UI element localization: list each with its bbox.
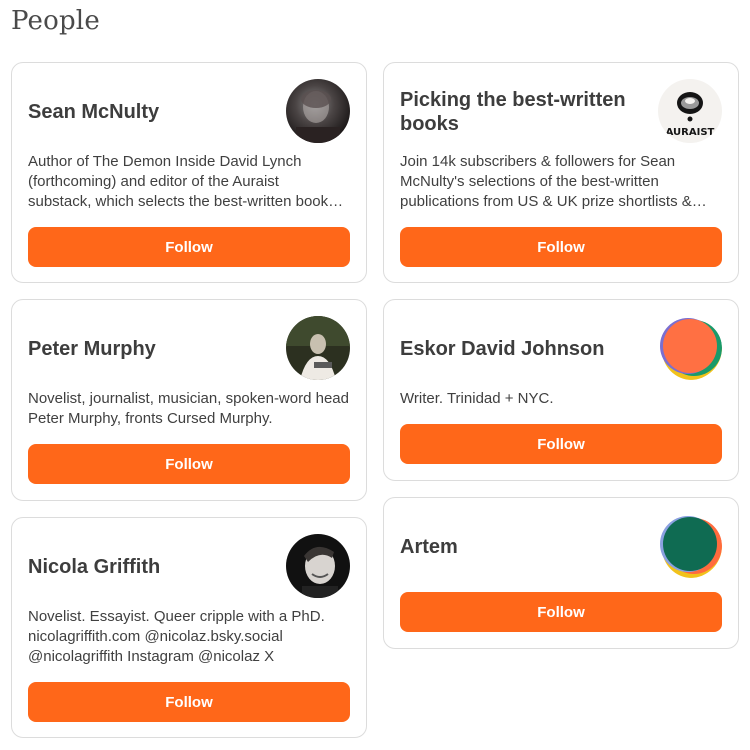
profile-bio: Writer. Trinidad + NYC. (400, 389, 724, 409)
auraist-wordmark: AURAIST (666, 127, 715, 138)
people-column-left: Sean McNulty Author of The Demon Inside … (11, 62, 367, 750)
portrait-photo-icon (286, 79, 350, 143)
follow-button[interactable]: Follow (28, 444, 350, 484)
bio-line: (forthcoming) and editor of the Auraist (28, 173, 279, 190)
bio-line: substack, which selects the best-written… (28, 193, 344, 210)
bio-line: nicolagriffith.com @nicolaz.bsky.social (28, 628, 283, 645)
avatar[interactable] (658, 514, 722, 578)
bio-line: Writer. Trinidad + NYC. (400, 390, 554, 407)
avatar[interactable] (286, 316, 350, 380)
name-line: Picking the best-written (400, 89, 626, 111)
bio-line: McNulty's selections of the best-written (400, 173, 659, 190)
publication-name[interactable]: Picking the best-written books (400, 88, 650, 136)
profile-card[interactable]: Artem Follow (383, 497, 739, 649)
follow-button[interactable]: Follow (400, 592, 722, 632)
follow-button[interactable]: Follow (400, 424, 722, 464)
people-column-right: Picking the best-written books AURAIST J… (383, 62, 739, 665)
default-avatar-orange-icon (658, 316, 722, 380)
profile-bio: Novelist, journalist, musician, spoken-w… (28, 389, 352, 429)
profile-card[interactable]: Sean McNulty Author of The Demon Inside … (11, 62, 367, 283)
portrait-photo-icon (286, 316, 350, 380)
default-avatar-green-icon (658, 514, 722, 578)
profile-card[interactable]: Peter Murphy Novelist, journalist, music… (11, 299, 367, 501)
portrait-photo-icon (286, 534, 350, 598)
bio-line: @nicolagriffith Instagram @nicolaz X (28, 648, 275, 665)
publication-bio: Join 14k subscribers & followers for Sea… (400, 152, 724, 212)
profile-card[interactable]: Nicola Griffith Novelist. Essayist. Quee… (11, 517, 367, 738)
profile-name[interactable]: Nicola Griffith (28, 555, 278, 579)
bio-line: Author of The Demon Inside David Lynch (28, 153, 302, 170)
publication-card[interactable]: Picking the best-written books AURAIST J… (383, 62, 739, 283)
bio-line: Novelist, journalist, musician, spoken-w… (28, 390, 349, 407)
profile-name[interactable]: Eskor David Johnson (400, 337, 650, 361)
people-section: People Sean McNulty Author of The Demon … (0, 0, 750, 750)
avatar[interactable] (286, 534, 350, 598)
avatar[interactable] (286, 79, 350, 143)
profile-name[interactable]: Artem (400, 535, 650, 559)
section-title: People (11, 6, 100, 36)
profile-bio: Author of The Demon Inside David Lynch (… (28, 152, 352, 212)
name-line: books (400, 113, 459, 135)
follow-button[interactable]: Follow (28, 682, 350, 722)
bio-line: Novelist. Essayist. Queer cripple with a… (28, 608, 325, 625)
auraist-logo-icon: AURAIST (658, 79, 722, 143)
follow-button[interactable]: Follow (28, 227, 350, 267)
profile-name[interactable]: Peter Murphy (28, 337, 278, 361)
bio-line: Peter Murphy, fronts Cursed Murphy. (28, 410, 273, 427)
avatar[interactable] (658, 316, 722, 380)
follow-button[interactable]: Follow (400, 227, 722, 267)
profile-bio: Novelist. Essayist. Queer cripple with a… (28, 607, 352, 667)
avatar[interactable]: AURAIST (658, 79, 722, 143)
profile-name[interactable]: Sean McNulty (28, 100, 278, 124)
bio-line: publications from US & UK prize shortlis… (400, 193, 707, 210)
profile-card[interactable]: Eskor David Johnson Writer. Trinidad + N… (383, 299, 739, 481)
bio-line: Join 14k subscribers & followers for Sea… (400, 153, 676, 170)
